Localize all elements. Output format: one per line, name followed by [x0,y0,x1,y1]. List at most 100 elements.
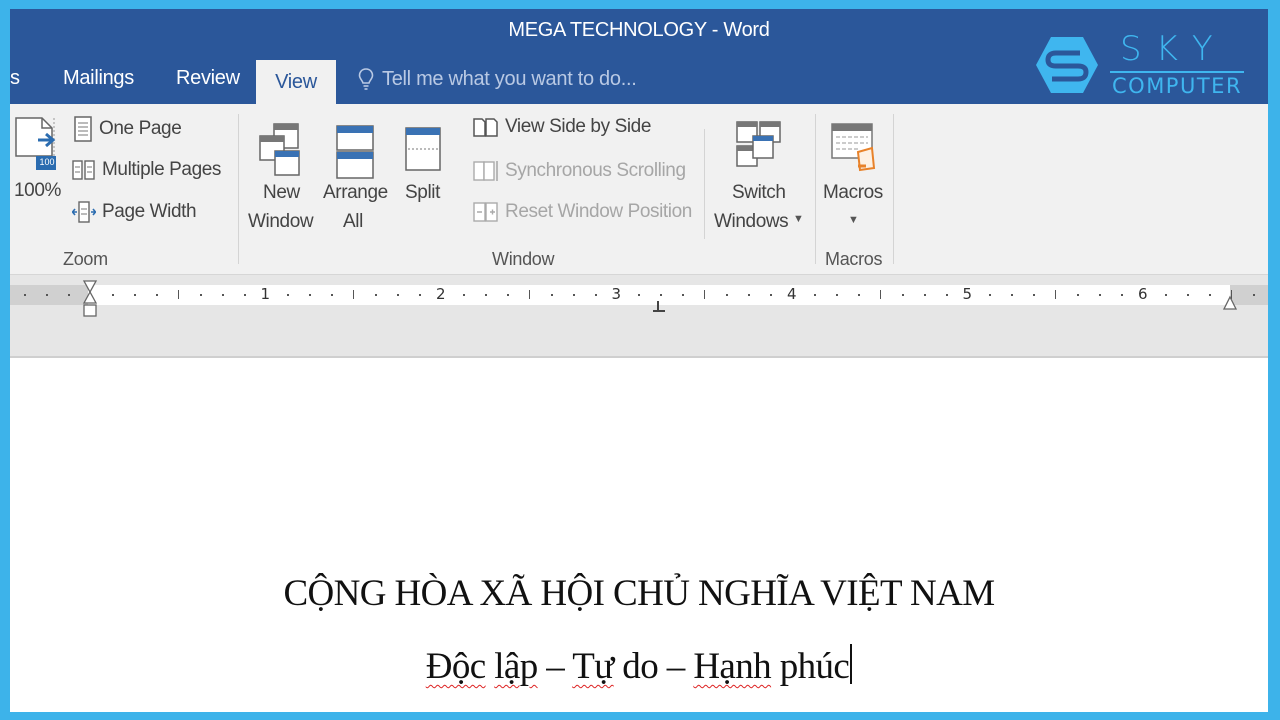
new-window-label-1: New [263,182,300,203]
ruler-tick [287,294,290,296]
ruler-tick [923,294,926,296]
synchronous-scrolling-button[interactable]: Synchronous Scrolling [473,159,686,183]
sky-hexagon-logo-icon [1036,37,1098,93]
arrange-all-icon [336,125,374,179]
reset-window-position-label: Reset Window Position [505,201,692,222]
page-width-button[interactable]: Page Width [72,201,197,223]
text-cursor [850,644,853,684]
split-label: Split [405,182,440,203]
ruler-tick [1033,294,1036,296]
document-motto[interactable]: Độc lập – Tự do – Hạnh phúc [10,644,1268,688]
one-page-button[interactable]: One Page [73,116,182,142]
ruler-tick [835,294,838,296]
synchronous-scrolling-icon [473,161,498,181]
misspelled-word[interactable]: Tự [572,646,614,687]
document-page[interactable]: CỘNG HÒA XÃ HỘI CHỦ NGHĨA VIỆT NAM Độc l… [10,358,1268,712]
ruler-tick [462,294,465,296]
ruler-number: 2 [436,285,446,303]
view-side-by-side-label: View Side by Side [505,116,651,137]
one-page-icon [74,116,92,142]
switch-windows-icon [736,121,781,167]
tab-review[interactable]: Review [176,67,240,90]
ruler-tick [1077,294,1080,296]
motto-text: phúc [771,646,850,687]
reset-window-position-icon [473,202,498,222]
left-indent-marker-icon[interactable] [82,280,98,318]
ribbon-view: 100 100% One Page Multiple Pages Page Wi… [10,104,1268,275]
right-indent-marker-icon[interactable] [1222,295,1238,311]
ruler-tick [879,290,881,299]
ruler-tick [133,294,136,296]
ruler-tick [1121,294,1124,296]
logo-text-sky: SKY [1120,29,1227,69]
misspelled-word[interactable]: Độc [426,646,486,687]
macros-label: Macros [823,182,883,203]
one-page-label: One Page [99,118,182,139]
ruler-tick [199,294,202,296]
view-side-by-side-button[interactable]: View Side by Side [473,116,651,138]
ruler-left-margin [10,285,88,305]
misspelled-word[interactable]: Hạnh [693,646,771,687]
title-bar: MEGA TECHNOLOGY - Word s Mailings Review… [10,9,1268,104]
ruler-tick [68,294,71,296]
ruler-tick [770,294,773,296]
ruler-tick [1164,294,1167,296]
tab-view[interactable]: View [256,60,336,104]
tab-stop-marker-icon[interactable] [652,301,666,315]
ruler-tick [353,290,355,299]
ruler-tick [375,294,378,296]
tab-references-partial[interactable]: s [10,67,20,90]
logo-text-computer: COMPUTER [1112,74,1243,98]
page-width-label: Page Width [102,201,197,222]
group-inner-separator [704,129,705,239]
ruler-tick [1055,290,1057,299]
ruler-tick [945,294,948,296]
ruler-tick [46,294,49,296]
ruler-tick [660,294,663,296]
macros-icon [831,123,876,172]
tab-mailings[interactable]: Mailings [63,67,134,90]
sky-computer-logo: SKY COMPUTER [1034,29,1254,99]
multiple-pages-label: Multiple Pages [102,159,222,180]
arrange-all-label-1: Arrange [323,182,388,203]
ruler-tick [572,294,575,296]
ruler-tick [309,294,312,296]
new-window-icon [259,123,300,176]
motto-text: do – [613,646,694,687]
ruler-tick [989,294,992,296]
horizontal-ruler[interactable]: 1 2 3 4 5 6 [10,285,1268,305]
lightbulb-icon [358,68,374,90]
ruler-tick [550,294,553,296]
page-width-icon [72,201,96,223]
multiple-pages-button[interactable]: Multiple Pages [72,159,221,181]
ruler-area: 1 2 3 4 5 6 [10,275,1268,358]
macros-group-label: Macros [825,249,883,269]
group-separator [815,114,816,264]
ruler-tick [704,290,706,299]
ruler-number: 6 [1138,285,1148,303]
word-window: MEGA TECHNOLOGY - Word s Mailings Review… [10,9,1268,712]
document-heading[interactable]: CỘNG HÒA XÃ HỘI CHỦ NGHĨA VIỆT NAM [10,572,1268,615]
ruler-tick [221,294,224,296]
zoom-group-label: Zoom [63,249,108,269]
group-separator [893,114,894,264]
misspelled-word[interactable]: lập [494,646,538,687]
tell-me-search[interactable]: Tell me what you want to do... [358,67,637,91]
arrange-all-label-2: All [343,211,363,232]
ruler-tick [682,294,685,296]
ruler-tick [1252,294,1255,296]
ruler-tick [177,290,179,299]
ruler-tick [1011,294,1014,296]
synchronous-scrolling-label: Synchronous Scrolling [505,160,686,181]
ruler-tick [1208,294,1211,296]
ruler-tick [1186,294,1189,296]
switch-windows-dropdown-icon: ▼ [793,213,804,225]
split-icon [405,127,441,171]
new-window-label-2: Window [248,211,314,232]
switch-windows-label-1: Switch [732,182,786,203]
ruler-tick [331,294,334,296]
zoom-100-label: 100% [14,180,61,201]
reset-window-position-button[interactable]: Reset Window Position [473,201,692,223]
switch-windows-label-2: Windows [714,211,789,232]
ruler-tick [1099,294,1102,296]
